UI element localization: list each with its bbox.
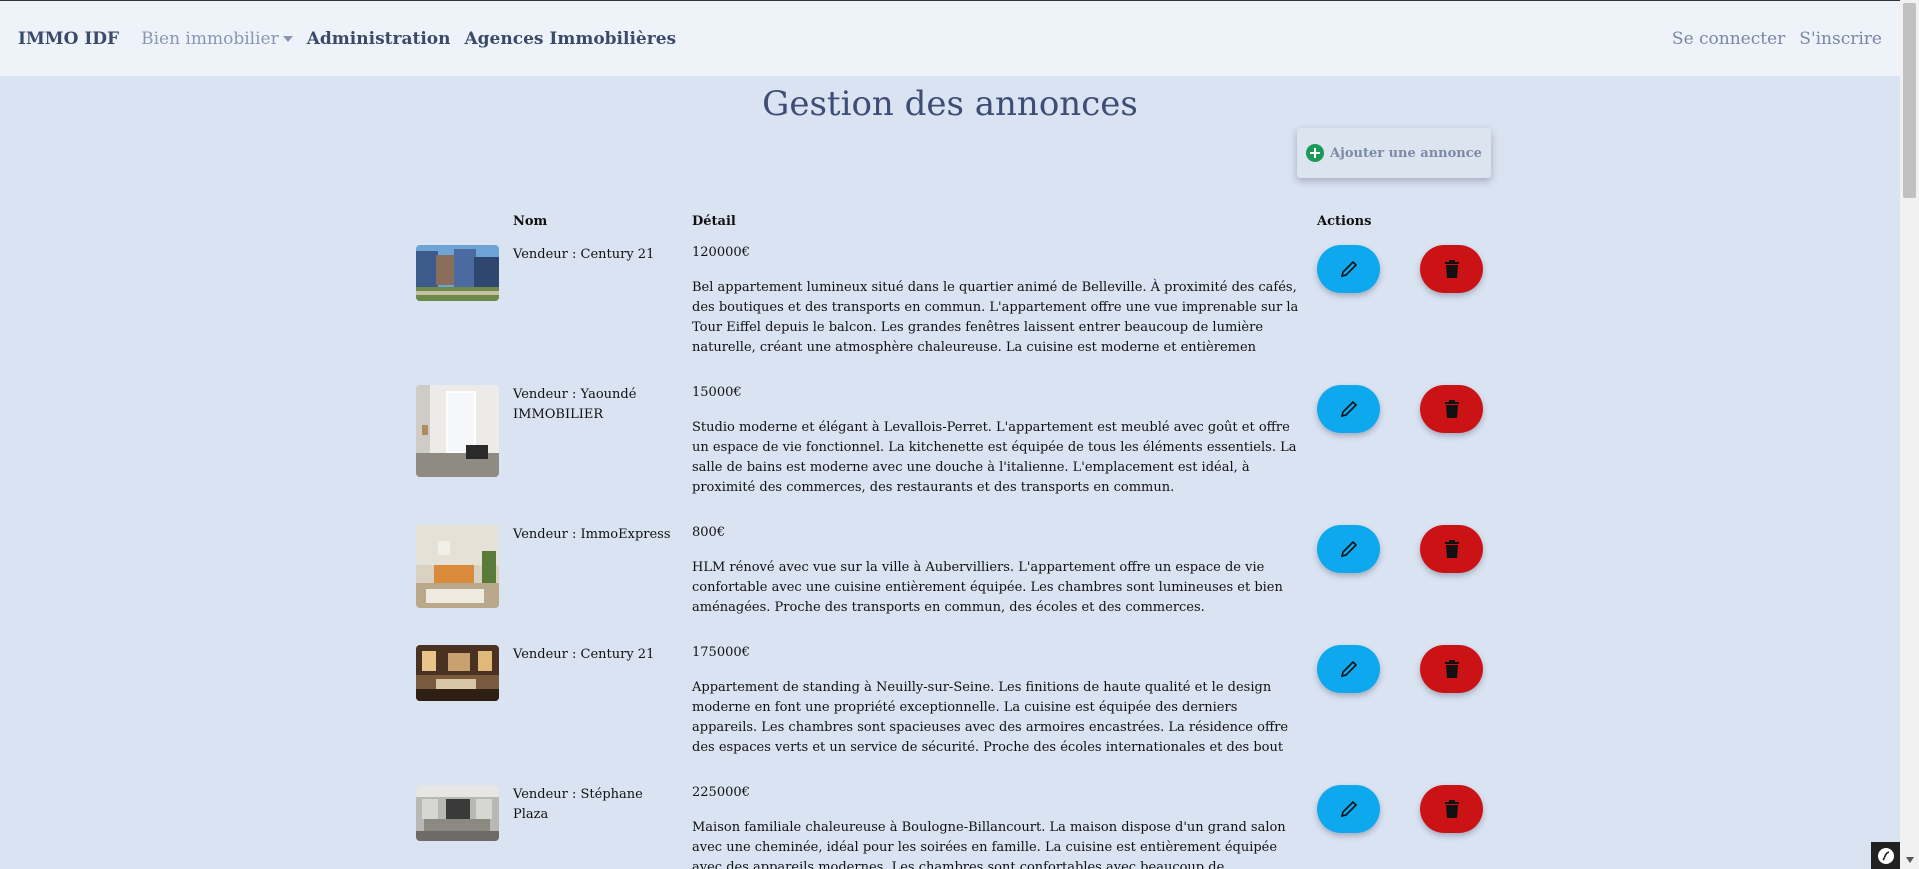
trash-icon: [1444, 540, 1459, 558]
listing-seller: Vendeur : Stéphane Plaza: [513, 787, 643, 822]
pencil-icon: [1340, 540, 1357, 558]
listing-description: Bel appartement lumineux situé dans le q…: [692, 280, 1299, 355]
listing-price: 15000€: [692, 385, 742, 400]
login-link[interactable]: Se connecter: [1672, 29, 1785, 49]
page-title: Gestion des annonces: [762, 84, 1138, 124]
trash-icon: [1444, 260, 1459, 278]
edit-button[interactable]: [1317, 785, 1380, 833]
column-header-detail: Détail: [692, 214, 736, 229]
column-header-name: Nom: [513, 214, 548, 229]
pencil-icon: [1340, 800, 1357, 818]
listing-thumbnail: [416, 385, 499, 477]
listing-price: 175000€: [692, 645, 750, 660]
listing-thumbnail: [416, 645, 499, 701]
pencil-icon: [1340, 660, 1357, 678]
symfony-toolbar-button[interactable]: [1871, 842, 1900, 869]
listing-description: Maison familiale chaleureuse à Boulogne-…: [692, 820, 1286, 869]
symfony-icon: [1877, 847, 1894, 864]
listing-description: Studio moderne et élégant à Levallois-Pe…: [692, 420, 1297, 495]
register-link[interactable]: S'inscrire: [1799, 29, 1882, 49]
listing-thumbnail: [416, 785, 499, 841]
brand-logo[interactable]: IMMO IDF: [18, 29, 119, 49]
add-listing-button[interactable]: Ajouter une annonce: [1297, 128, 1491, 178]
nav-auth: Se connecter S'inscrire: [1672, 29, 1882, 49]
scrollbar-thumb[interactable]: [1903, 3, 1916, 198]
edit-button[interactable]: [1317, 385, 1380, 433]
listing-seller: Vendeur : ImmoExpress: [513, 527, 671, 542]
nav-bien-immobilier-dropdown[interactable]: Bien immobilier: [141, 29, 293, 49]
trash-icon: [1444, 800, 1459, 818]
edit-button[interactable]: [1317, 525, 1380, 573]
listing-thumbnail: [416, 525, 499, 608]
delete-button[interactable]: [1420, 245, 1483, 293]
pencil-icon: [1340, 260, 1357, 278]
delete-button[interactable]: [1420, 785, 1483, 833]
vertical-scrollbar[interactable]: [1900, 0, 1919, 869]
listing-thumbnail: [416, 245, 499, 301]
nav-bien-immobilier-label: Bien immobilier: [141, 28, 279, 49]
trash-icon: [1444, 400, 1459, 418]
nav-administration[interactable]: Administration: [307, 29, 451, 49]
trash-icon: [1444, 660, 1459, 678]
listing-seller: Vendeur : Yaoundé IMMOBILIER: [513, 387, 637, 422]
listing-description: HLM rénové avec vue sur la ville à Auber…: [692, 560, 1283, 615]
scroll-down-arrow-icon[interactable]: [1906, 857, 1914, 863]
caret-down-icon: [282, 35, 293, 42]
add-listing-label: Ajouter une annonce: [1330, 145, 1482, 161]
edit-button[interactable]: [1317, 245, 1380, 293]
plus-circle-icon: [1306, 144, 1325, 162]
listing-seller: Vendeur : Century 21: [513, 647, 655, 662]
column-header-actions: Actions: [1317, 214, 1372, 229]
delete-button[interactable]: [1420, 525, 1483, 573]
listing-description: Appartement de standing à Neuilly-sur-Se…: [692, 680, 1289, 755]
edit-button[interactable]: [1317, 645, 1380, 693]
listing-seller: Vendeur : Century 21: [513, 247, 655, 262]
listing-price: 800€: [692, 525, 726, 540]
listing-price: 120000€: [692, 245, 750, 260]
pencil-icon: [1340, 400, 1357, 418]
delete-button[interactable]: [1420, 645, 1483, 693]
nav-agences[interactable]: Agences Immobilières: [464, 29, 676, 49]
delete-button[interactable]: [1420, 385, 1483, 433]
listing-price: 225000€: [692, 785, 750, 800]
navbar: IMMO IDF Bien immobilier Administration …: [0, 1, 1900, 76]
